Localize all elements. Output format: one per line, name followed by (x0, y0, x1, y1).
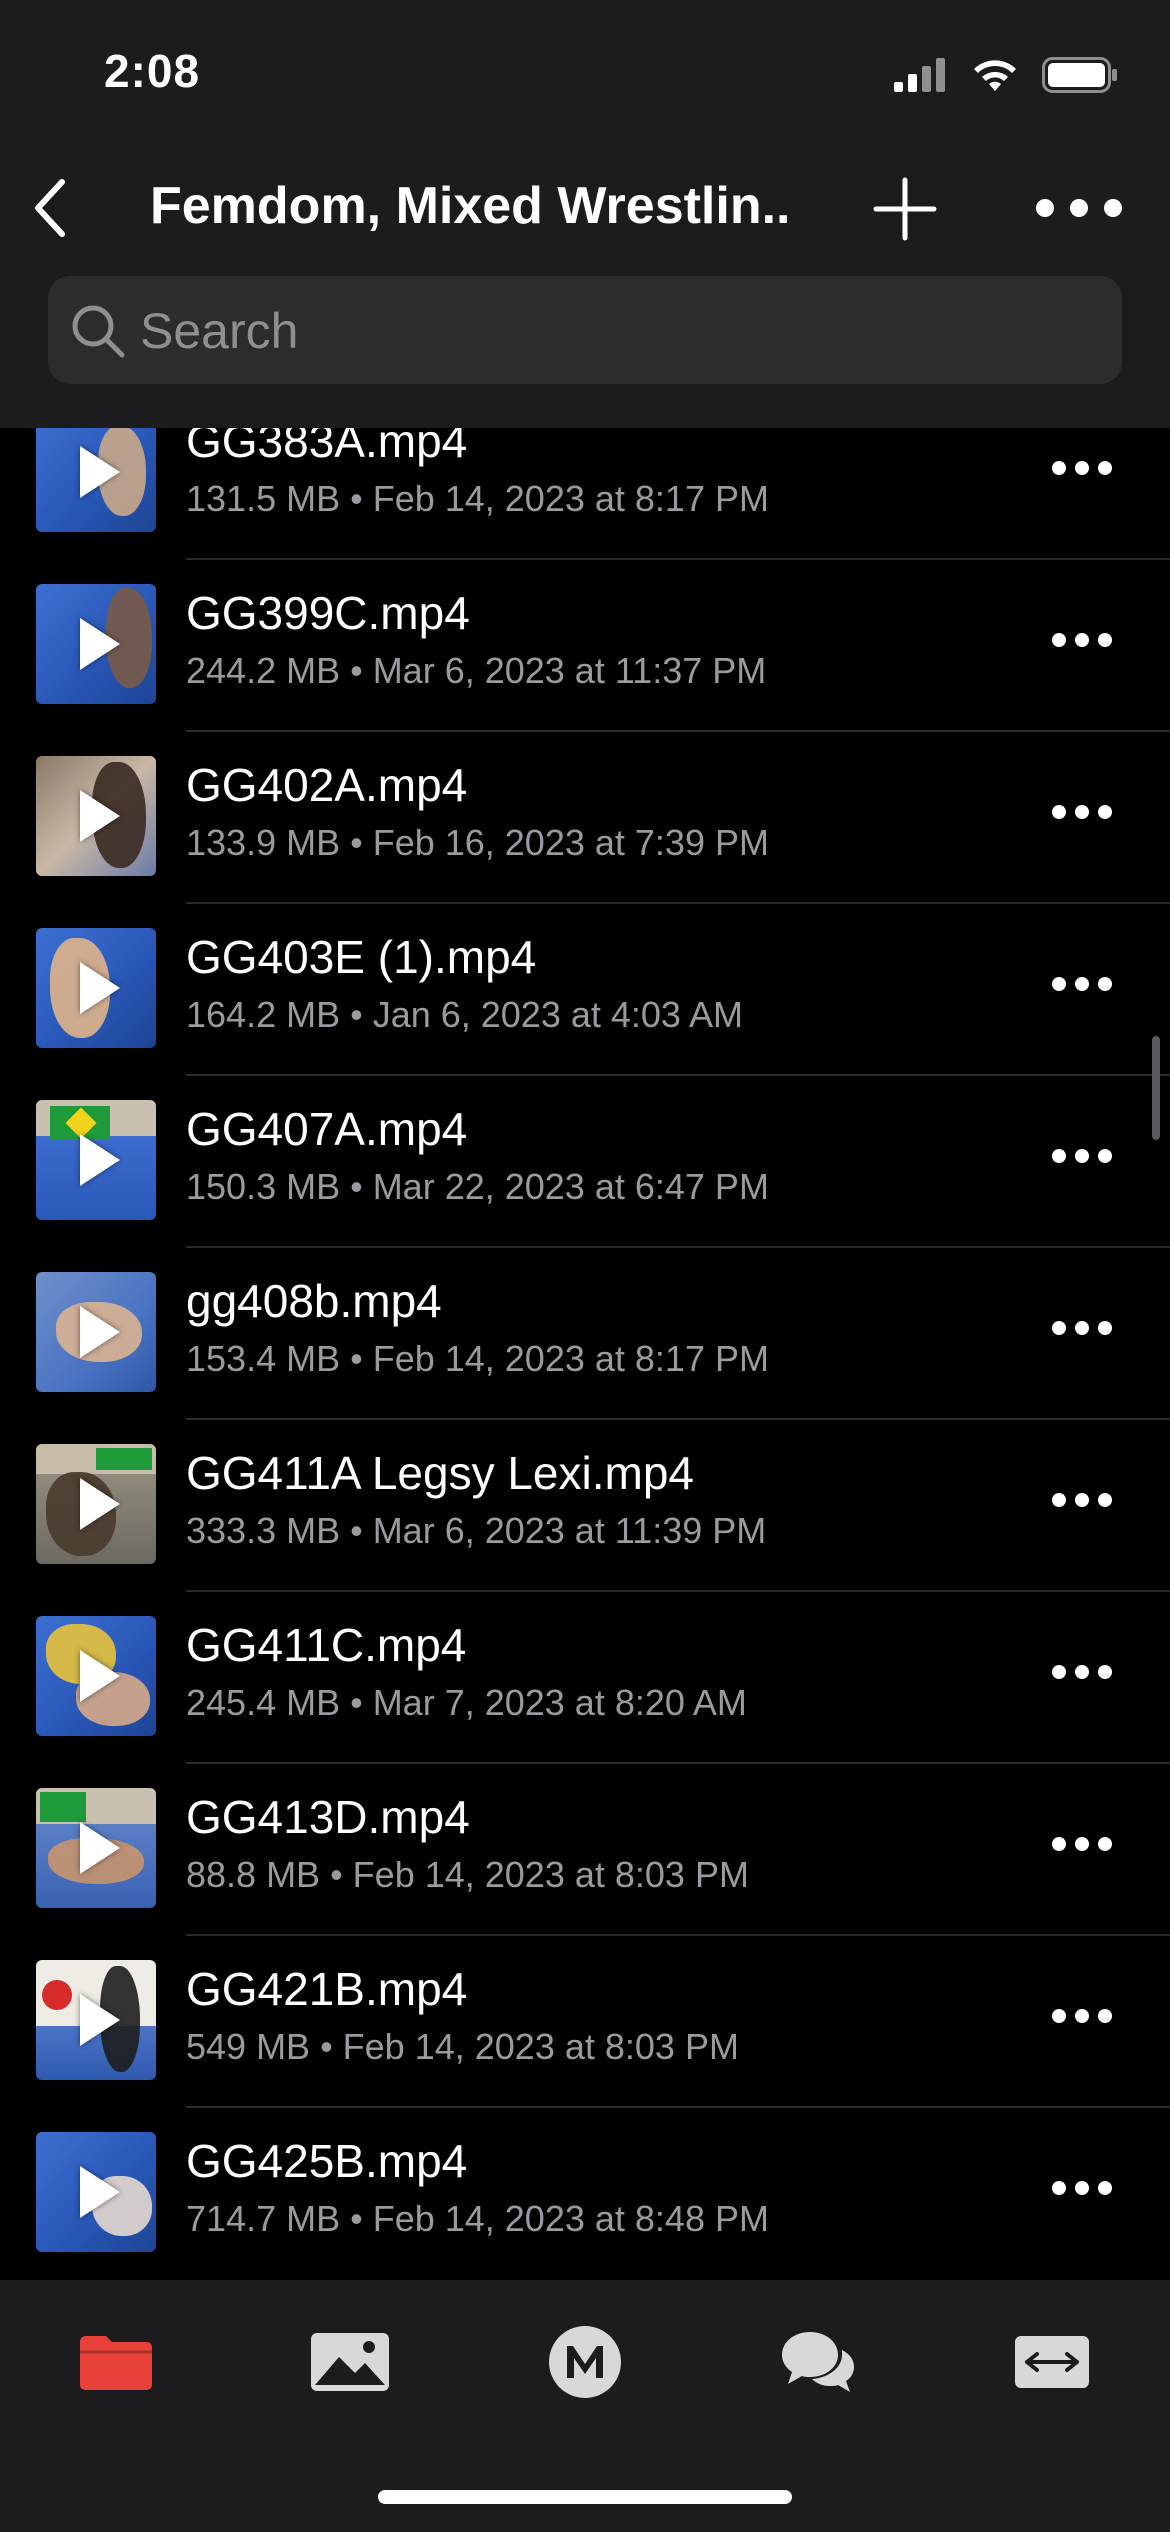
app-root: 2:08 Femdom, Mixed Wrestlin... Search GG… (0, 0, 1170, 2532)
file-name: GG383A.mp4 (186, 428, 468, 467)
tab-chat[interactable] (768, 2322, 868, 2402)
row-more-icon[interactable] (1052, 970, 1112, 998)
tab-photos[interactable] (300, 2322, 400, 2402)
list-item[interactable]: GG425B.mp4 714.7 MB • Feb 14, 2023 at 8:… (0, 2108, 1170, 2280)
file-meta: 164.2 MB • Jan 6, 2023 at 4:03 AM (186, 994, 743, 1035)
scroll-indicator[interactable] (1152, 1036, 1160, 1140)
file-name: GG407A.mp4 (186, 1103, 468, 1155)
file-name: GG411C.mp4 (186, 1619, 467, 1671)
play-icon (80, 446, 120, 498)
play-icon (80, 1994, 120, 2046)
status-time: 2:08 (104, 45, 201, 97)
file-meta: 549 MB • Feb 14, 2023 at 8:03 PM (186, 2026, 739, 2067)
search-bar[interactable] (48, 276, 1122, 386)
file-name: GG421B.mp4 (186, 1963, 468, 2015)
folder-icon (80, 2336, 152, 2390)
back-chevron-icon[interactable] (20, 168, 80, 248)
tab-transfer[interactable] (1002, 2322, 1102, 2402)
row-more-icon[interactable] (1052, 626, 1112, 654)
file-name: GG399C.mp4 (186, 587, 470, 639)
more-options-icon[interactable] (1036, 180, 1122, 236)
wifi-icon (974, 60, 1016, 91)
file-meta: 88.8 MB • Feb 14, 2023 at 8:03 PM (186, 1854, 749, 1895)
search-input[interactable] (138, 276, 1102, 386)
header: 2:08 Femdom, Mixed Wrestlin... (0, 0, 1170, 428)
file-name: gg408b.mp4 (186, 1275, 442, 1327)
video-thumbnail (36, 928, 156, 1048)
file-meta: 131.5 MB • Feb 14, 2023 at 8:17 PM (186, 478, 769, 519)
row-more-icon[interactable] (1052, 1830, 1112, 1858)
play-icon (80, 1306, 120, 1358)
list-item[interactable]: GG411C.mp4 245.4 MB • Mar 7, 2023 at 8:2… (0, 1592, 1170, 1764)
play-icon (80, 1822, 120, 1874)
tab-m[interactable] (535, 2322, 635, 2402)
file-meta: 153.4 MB • Feb 14, 2023 at 8:17 PM (186, 1338, 769, 1379)
play-icon (80, 790, 120, 842)
chat-icon (782, 2332, 854, 2392)
list-item[interactable]: GG399C.mp4 244.2 MB • Mar 6, 2023 at 11:… (0, 560, 1170, 732)
list-item[interactable]: GG402A.mp4 133.9 MB • Feb 16, 2023 at 7:… (0, 732, 1170, 904)
video-thumbnail (36, 1616, 156, 1736)
search-icon (72, 305, 125, 358)
file-name: GG403E (1).mp4 (186, 931, 537, 983)
row-more-icon[interactable] (1052, 1486, 1112, 1514)
file-name: GG425B.mp4 (186, 2135, 468, 2187)
list-item[interactable]: GG411A Legsy Lexi.mp4 333.3 MB • Mar 6, … (0, 1420, 1170, 1592)
add-icon[interactable] (872, 176, 938, 242)
video-thumbnail (36, 1100, 156, 1220)
list-item[interactable]: GG421B.mp4 549 MB • Feb 14, 2023 at 8:03… (0, 1936, 1170, 2108)
play-icon (80, 1650, 120, 1702)
status-icons (894, 50, 1118, 100)
file-meta: 150.3 MB • Mar 22, 2023 at 6:47 PM (186, 1166, 769, 1207)
page-title: Femdom, Mixed Wrestlin... (150, 177, 790, 235)
home-indicator[interactable] (378, 2490, 792, 2504)
m-icon (549, 2326, 621, 2398)
row-more-icon[interactable] (1052, 1314, 1112, 1342)
file-meta: 245.4 MB • Mar 7, 2023 at 8:20 AM (186, 1682, 747, 1723)
file-meta: 133.9 MB • Feb 16, 2023 at 7:39 PM (186, 822, 769, 863)
video-thumbnail (36, 2132, 156, 2252)
file-name: GG402A.mp4 (186, 759, 468, 811)
play-icon (80, 1134, 120, 1186)
file-name: GG413D.mp4 (186, 1791, 470, 1843)
video-thumbnail (36, 756, 156, 876)
battery-icon (1042, 57, 1117, 93)
video-thumbnail (36, 1960, 156, 2080)
tab-files[interactable] (66, 2322, 166, 2402)
row-more-icon[interactable] (1052, 1658, 1112, 1686)
row-more-icon[interactable] (1052, 454, 1112, 482)
row-more-icon[interactable] (1052, 2174, 1112, 2202)
file-list: GG383A.mp4 131.5 MB • Feb 14, 2023 at 8:… (0, 428, 1170, 2280)
video-thumbnail (36, 1788, 156, 1908)
video-thumbnail (36, 428, 156, 532)
file-name: GG411A Legsy Lexi.mp4 (186, 1447, 694, 1499)
play-icon (80, 618, 120, 670)
file-meta: 714.7 MB • Feb 14, 2023 at 8:48 PM (186, 2198, 769, 2239)
video-thumbnail (36, 1444, 156, 1564)
row-more-icon[interactable] (1052, 2002, 1112, 2030)
play-icon (80, 962, 120, 1014)
list-item[interactable]: GG413D.mp4 88.8 MB • Feb 14, 2023 at 8:0… (0, 1764, 1170, 1936)
photos-icon (311, 2333, 389, 2391)
list-item[interactable]: gg408b.mp4 153.4 MB • Feb 14, 2023 at 8:… (0, 1248, 1170, 1420)
file-meta: 244.2 MB • Mar 6, 2023 at 11:37 PM (186, 650, 767, 691)
file-meta: 333.3 MB • Mar 6, 2023 at 11:39 PM (186, 1510, 767, 1551)
list-item[interactable]: GG403E (1).mp4 164.2 MB • Jan 6, 2023 at… (0, 904, 1170, 1076)
row-more-icon[interactable] (1052, 1142, 1112, 1170)
list-item[interactable]: GG407A.mp4 150.3 MB • Mar 22, 2023 at 6:… (0, 1076, 1170, 1248)
list-item[interactable]: GG383A.mp4 131.5 MB • Feb 14, 2023 at 8:… (0, 428, 1170, 560)
play-icon (80, 1478, 120, 1530)
transfer-icon (1015, 2336, 1089, 2388)
video-thumbnail (36, 584, 156, 704)
cellular-signal-icon (894, 58, 945, 92)
row-more-icon[interactable] (1052, 798, 1112, 826)
play-icon (80, 2166, 120, 2218)
video-thumbnail (36, 1272, 156, 1392)
